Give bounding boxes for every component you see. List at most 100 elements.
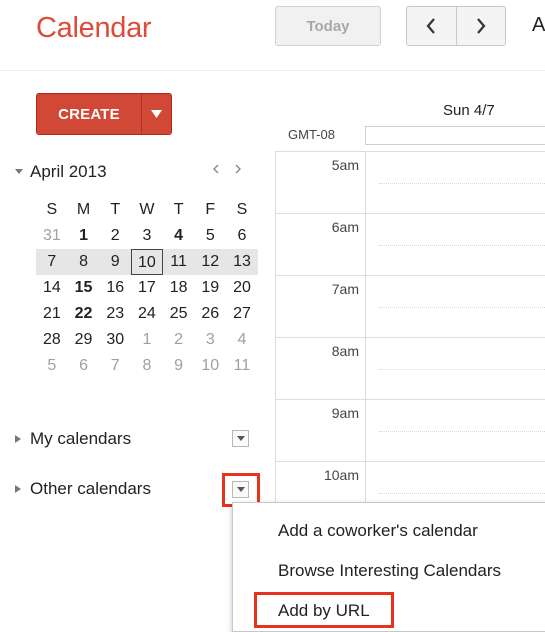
- triangle-right-icon: [15, 485, 21, 493]
- weekday-label: T: [173, 201, 184, 218]
- hour-slot[interactable]: 7am: [275, 275, 545, 337]
- day-cell[interactable]: 27: [226, 301, 258, 327]
- mini-calendar-nav: [212, 163, 242, 175]
- day-cell[interactable]: 20: [226, 275, 258, 301]
- app-title[interactable]: Calendar: [36, 12, 152, 45]
- create-button: CREATE: [36, 93, 172, 135]
- weekday-label: S: [236, 201, 248, 218]
- hour-slot[interactable]: 6am: [275, 213, 545, 275]
- day-cell[interactable]: 21: [36, 301, 68, 327]
- day-cell[interactable]: 13: [226, 249, 258, 275]
- week-row: 21 22 23 24 25 26 27: [36, 301, 258, 327]
- day-cell[interactable]: 30: [99, 327, 131, 353]
- day-cell[interactable]: 2: [99, 223, 131, 249]
- day-cell[interactable]: 5: [194, 223, 226, 249]
- triangle-right-icon: [15, 435, 21, 443]
- day-cell[interactable]: 7: [99, 353, 131, 379]
- week-row: 5 6 7 8 9 10 11: [36, 353, 258, 379]
- day-cell[interactable]: 22: [68, 301, 100, 327]
- mini-calendar-title: April 2013: [30, 162, 107, 181]
- previous-period-button[interactable]: [407, 7, 456, 45]
- day-cell[interactable]: 4: [226, 327, 258, 353]
- mini-calendar-header[interactable]: April 2013: [14, 162, 107, 182]
- day-cell[interactable]: 25: [163, 301, 195, 327]
- day-cell[interactable]: 11: [226, 353, 258, 379]
- week-row: 31 1 2 3 4 5 6: [36, 223, 258, 249]
- day-cell[interactable]: 7: [36, 249, 68, 275]
- header-cut-text: A: [532, 14, 545, 36]
- my-calendars-toggle[interactable]: My calendars: [14, 429, 131, 449]
- day-cell[interactable]: 6: [68, 353, 100, 379]
- week-row: 14 15 16 17 18 19 20: [36, 275, 258, 301]
- weekday-label: T: [110, 201, 121, 218]
- day-cell[interactable]: 2: [163, 327, 195, 353]
- day-cell[interactable]: 31: [36, 223, 68, 249]
- my-calendars-menu-button[interactable]: [232, 430, 249, 447]
- day-cell[interactable]: 1: [131, 327, 163, 353]
- other-calendars-label: Other calendars: [30, 479, 151, 498]
- day-cell[interactable]: 12: [194, 249, 226, 275]
- day-cell[interactable]: 26: [194, 301, 226, 327]
- day-cell[interactable]: 15: [68, 275, 100, 301]
- day-cell[interactable]: 6: [226, 223, 258, 249]
- add-by-url-highlight: [254, 592, 394, 628]
- chevron-right-icon[interactable]: [234, 163, 242, 175]
- half-hour-line: [379, 369, 545, 370]
- day-cell[interactable]: 17: [131, 275, 163, 301]
- day-cell[interactable]: 11: [163, 249, 195, 275]
- other-calendars-toggle[interactable]: Other calendars: [14, 479, 151, 499]
- all-day-row[interactable]: [365, 126, 545, 145]
- caret-down-icon: [151, 110, 162, 118]
- day-cell[interactable]: 23: [99, 301, 131, 327]
- chevron-left-icon: [426, 18, 436, 34]
- day-cell[interactable]: 9: [163, 353, 195, 379]
- mini-calendar-grid: S M T W T F S 31 1 2 3 4 5 6 7 8 9 10 11…: [36, 197, 258, 379]
- day-cell[interactable]: 24: [131, 301, 163, 327]
- day-cell[interactable]: 8: [131, 353, 163, 379]
- hour-slot[interactable]: 5am: [275, 151, 545, 213]
- day-cell[interactable]: 3: [131, 223, 163, 249]
- create-event-button[interactable]: CREATE: [37, 94, 141, 134]
- weekday-label: F: [205, 201, 216, 218]
- weekday-header-row: S M T W T F S: [36, 197, 258, 223]
- weekday-label: W: [139, 201, 155, 218]
- week-row-current: 7 8 9 10 11 12 13: [36, 249, 258, 275]
- today-button[interactable]: Today: [275, 6, 381, 46]
- day-cell[interactable]: 28: [36, 327, 68, 353]
- day-cell[interactable]: 18: [163, 275, 195, 301]
- date-nav-group: [406, 6, 506, 46]
- my-calendars-label: My calendars: [30, 429, 132, 448]
- day-cell-today[interactable]: 10: [131, 249, 163, 275]
- hour-label: 9am: [331, 405, 359, 421]
- week-row: 28 29 30 1 2 3 4: [36, 327, 258, 353]
- create-options-button[interactable]: [141, 94, 171, 134]
- day-cell[interactable]: 10: [194, 353, 226, 379]
- hour-slot[interactable]: 9am: [275, 399, 545, 461]
- day-cell[interactable]: 14: [36, 275, 68, 301]
- menu-item-add-coworker-calendar[interactable]: Add a coworker's calendar: [278, 521, 478, 541]
- weekday-label: S: [46, 201, 58, 218]
- menu-item-browse-interesting-calendars[interactable]: Browse Interesting Calendars: [278, 561, 501, 581]
- chevron-right-icon: [476, 18, 486, 34]
- day-cell[interactable]: 4: [163, 223, 195, 249]
- day-column-header[interactable]: Sun 4/7: [443, 102, 495, 119]
- hour-slot[interactable]: 8am: [275, 337, 545, 399]
- hour-label: 10am: [323, 467, 359, 483]
- day-cell[interactable]: 16: [99, 275, 131, 301]
- next-period-button[interactable]: [455, 7, 506, 45]
- day-cell[interactable]: 5: [36, 353, 68, 379]
- hour-label: 6am: [331, 219, 359, 235]
- day-cell[interactable]: 19: [194, 275, 226, 301]
- half-hour-line: [379, 431, 545, 432]
- triangle-down-icon: [15, 169, 23, 174]
- weekday-label: M: [76, 201, 91, 218]
- header-divider: [0, 70, 545, 71]
- day-cell[interactable]: 9: [99, 249, 131, 275]
- chevron-left-icon[interactable]: [212, 163, 220, 175]
- half-hour-line: [379, 183, 545, 184]
- day-cell[interactable]: 8: [68, 249, 100, 275]
- day-cell[interactable]: 29: [68, 327, 100, 353]
- day-cell[interactable]: 1: [68, 223, 100, 249]
- timezone-label: GMT-08: [288, 127, 335, 142]
- day-cell[interactable]: 3: [194, 327, 226, 353]
